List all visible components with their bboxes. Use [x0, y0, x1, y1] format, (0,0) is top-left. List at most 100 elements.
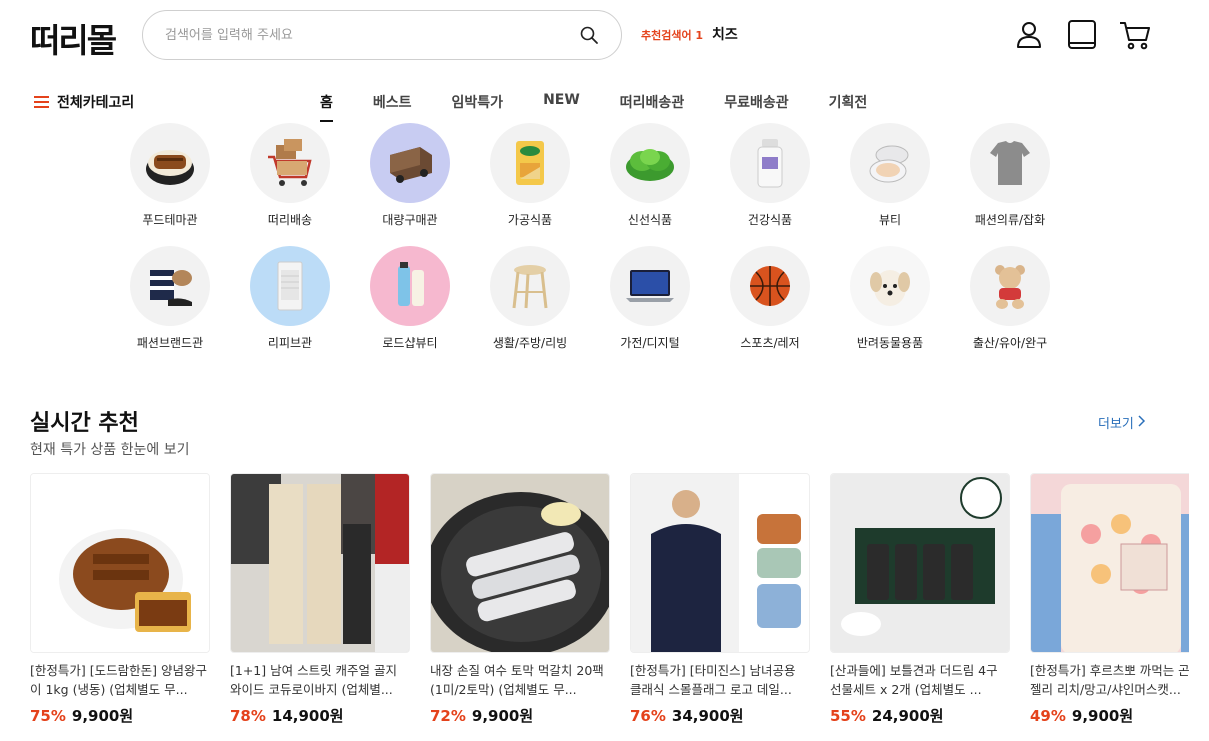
category-label: 반려동물용품	[856, 336, 924, 350]
category-label: 로드샵뷰티	[382, 336, 438, 350]
product-carousel: [한정특가] [도드람한돈] 양념왕구이 1kg (냉동) (업체별도 무...…	[30, 473, 1189, 741]
product-price: 24,900원	[871, 707, 944, 725]
search-bar[interactable]	[142, 10, 622, 60]
tab-best[interactable]: 베스트	[353, 92, 432, 112]
tab-free-delivery[interactable]: 무료배송관	[704, 92, 808, 112]
product-card[interactable]: [한정특가] [타미진스] 남녀공용 클래식 스몰플래그 로고 데일... 76…	[630, 473, 810, 726]
hamburger-icon	[34, 96, 49, 108]
category-fresh-food[interactable]: 신선식품	[590, 123, 710, 228]
product-image	[30, 473, 210, 653]
stool-icon	[490, 246, 570, 326]
product-card[interactable]: [산과들에] 보틀견과 더드림 4구 선물세트 x 2개 (업체별도 ... 5…	[830, 473, 1010, 726]
tshirt-icon	[970, 123, 1050, 203]
discount-rate: 55%	[830, 707, 866, 725]
compact-icon	[850, 123, 930, 203]
category-refurb[interactable]: 리피브관	[230, 246, 350, 351]
product-name: [산과들에] 보틀견과 더드림 4구 선물세트 x 2개 (업체별도 ...	[830, 663, 998, 697]
product-image	[430, 473, 610, 653]
cart-icon[interactable]	[1118, 18, 1152, 52]
user-icon[interactable]	[1012, 18, 1046, 52]
supplement-bottle-icon	[730, 123, 810, 203]
product-name: [1+1] 남여 스트릿 캐주얼 골지 와이드 코듀로이바지 (업체별...	[230, 663, 398, 697]
chevron-right-icon	[1138, 414, 1146, 431]
category-bulk-purchase[interactable]: 대량구매관	[350, 123, 470, 228]
category-digital[interactable]: 가전/디지털	[590, 246, 710, 351]
product-image	[1030, 473, 1189, 653]
discount-rate: 49%	[1030, 707, 1066, 725]
category-health-food[interactable]: 건강식품	[710, 123, 830, 228]
product-name: 내장 손질 여수 토막 먹갈치 20팩(1미/2토막) (업체별도 무...	[430, 663, 604, 697]
product-name: [한정특가] 후르츠뽀 까먹는 곤약젤리 리치/망고/샤인머스캣...	[1030, 663, 1189, 697]
category-label: 패션의류/잡화	[974, 213, 1046, 227]
category-pet[interactable]: 반려동물용품	[830, 246, 950, 351]
category-label: 푸드테마관	[142, 213, 198, 227]
category-label: 가전/디지털	[620, 336, 680, 350]
lettuce-icon	[610, 123, 690, 203]
product-price: 14,900원	[271, 707, 344, 725]
category-sports[interactable]: 스포츠/레저	[710, 246, 830, 351]
packaged-food-icon	[490, 123, 570, 203]
teddy-bear-icon	[970, 246, 1050, 326]
product-price: 9,900원	[1071, 707, 1134, 725]
category-beauty[interactable]: 뷰티	[830, 123, 950, 228]
section-subtitle: 현재 특가 상품 한눈에 보기	[30, 442, 190, 458]
tab-exhibitions[interactable]: 기획전	[809, 92, 888, 112]
product-card[interactable]: [한정특가] 후르츠뽀 까먹는 곤약젤리 리치/망고/샤인머스캣... 49% 9…	[1030, 473, 1189, 726]
discount-rate: 78%	[230, 707, 266, 725]
category-label: 떠리배송	[267, 213, 313, 227]
product-name: [한정특가] [도드람한돈] 양념왕구이 1kg (냉동) (업체별도 무...	[30, 663, 207, 697]
recommended-search-word[interactable]: 치즈	[712, 24, 738, 44]
discount-rate: 76%	[630, 707, 666, 725]
category-fashion-brand[interactable]: 패션브랜드관	[110, 246, 230, 351]
product-card[interactable]: [1+1] 남여 스트릿 캐주얼 골지 와이드 코듀로이바지 (업체별... 7…	[230, 473, 410, 726]
category-label: 가공식품	[507, 213, 553, 227]
category-grid: 푸드테마관 떠리배송 대량구매관 가공식품 신선식품 건강식품 뷰티 패션의류/…	[110, 123, 1070, 351]
discount-rate: 75%	[30, 707, 66, 725]
category-food-theme[interactable]: 푸드테마관	[110, 123, 230, 228]
tab-new[interactable]: NEW	[523, 92, 600, 112]
truck-icon	[370, 123, 450, 203]
category-processed-food[interactable]: 가공식품	[470, 123, 590, 228]
category-label: 건강식품	[747, 213, 793, 227]
main-nav-tabs: 홈 베스트 임박특가 NEW 떠리배송관 무료배송관 기획전	[300, 92, 888, 122]
delivery-cart-icon	[250, 123, 330, 203]
all-categories-label: 전체카테고리	[57, 95, 135, 111]
category-label: 대량구매관	[382, 213, 438, 227]
category-label: 출산/유아/완구	[972, 336, 1048, 350]
product-name: [한정특가] [타미진스] 남녀공용 클래식 스몰플래그 로고 데일...	[630, 663, 796, 697]
category-label: 뷰티	[878, 213, 902, 227]
product-price: 34,900원	[671, 707, 744, 725]
recent-view-icon[interactable]	[1065, 18, 1099, 52]
laptop-icon	[610, 246, 690, 326]
search-input[interactable]	[165, 23, 565, 47]
section-title: 실시간 추천	[30, 411, 139, 436]
category-living[interactable]: 생활/주방/리빙	[470, 246, 590, 351]
all-categories-button[interactable]: 전체카테고리	[34, 92, 134, 112]
tab-imminent-deals[interactable]: 임박특가	[432, 92, 524, 112]
tab-ddeori-delivery[interactable]: 떠리배송관	[600, 92, 704, 112]
search-icon[interactable]	[579, 25, 599, 45]
category-label: 신선식품	[627, 213, 673, 227]
food-bowl-icon	[130, 123, 210, 203]
product-card[interactable]: [한정특가] [도드람한돈] 양념왕구이 1kg (냉동) (업체별도 무...…	[30, 473, 210, 726]
category-label: 스포츠/레저	[740, 336, 800, 350]
category-baby-toys[interactable]: 출산/유아/완구	[950, 246, 1070, 351]
site-logo[interactable]: 떠리몰	[30, 14, 117, 62]
category-label: 생활/주방/리빙	[492, 336, 568, 350]
product-image	[230, 473, 410, 653]
product-image	[830, 473, 1010, 653]
product-price: 9,900원	[471, 707, 534, 725]
product-price: 9,900원	[71, 707, 134, 725]
product-card[interactable]: 내장 손질 여수 토막 먹갈치 20팩(1미/2토막) (업체별도 무... 7…	[430, 473, 610, 726]
puppy-icon	[850, 246, 930, 326]
category-label: 리피브관	[267, 336, 313, 350]
tab-home[interactable]: 홈	[300, 92, 353, 122]
category-ddeori-delivery[interactable]: 떠리배송	[230, 123, 350, 228]
more-label: 더보기	[1098, 417, 1134, 432]
discount-rate: 72%	[430, 707, 466, 725]
category-fashion-goods[interactable]: 패션의류/잡화	[950, 123, 1070, 228]
category-roadshop-beauty[interactable]: 로드샵뷰티	[350, 246, 470, 351]
category-label: 패션브랜드관	[136, 336, 204, 350]
more-link[interactable]: 더보기	[1098, 413, 1146, 432]
cosmetics-tubes-icon	[370, 246, 450, 326]
